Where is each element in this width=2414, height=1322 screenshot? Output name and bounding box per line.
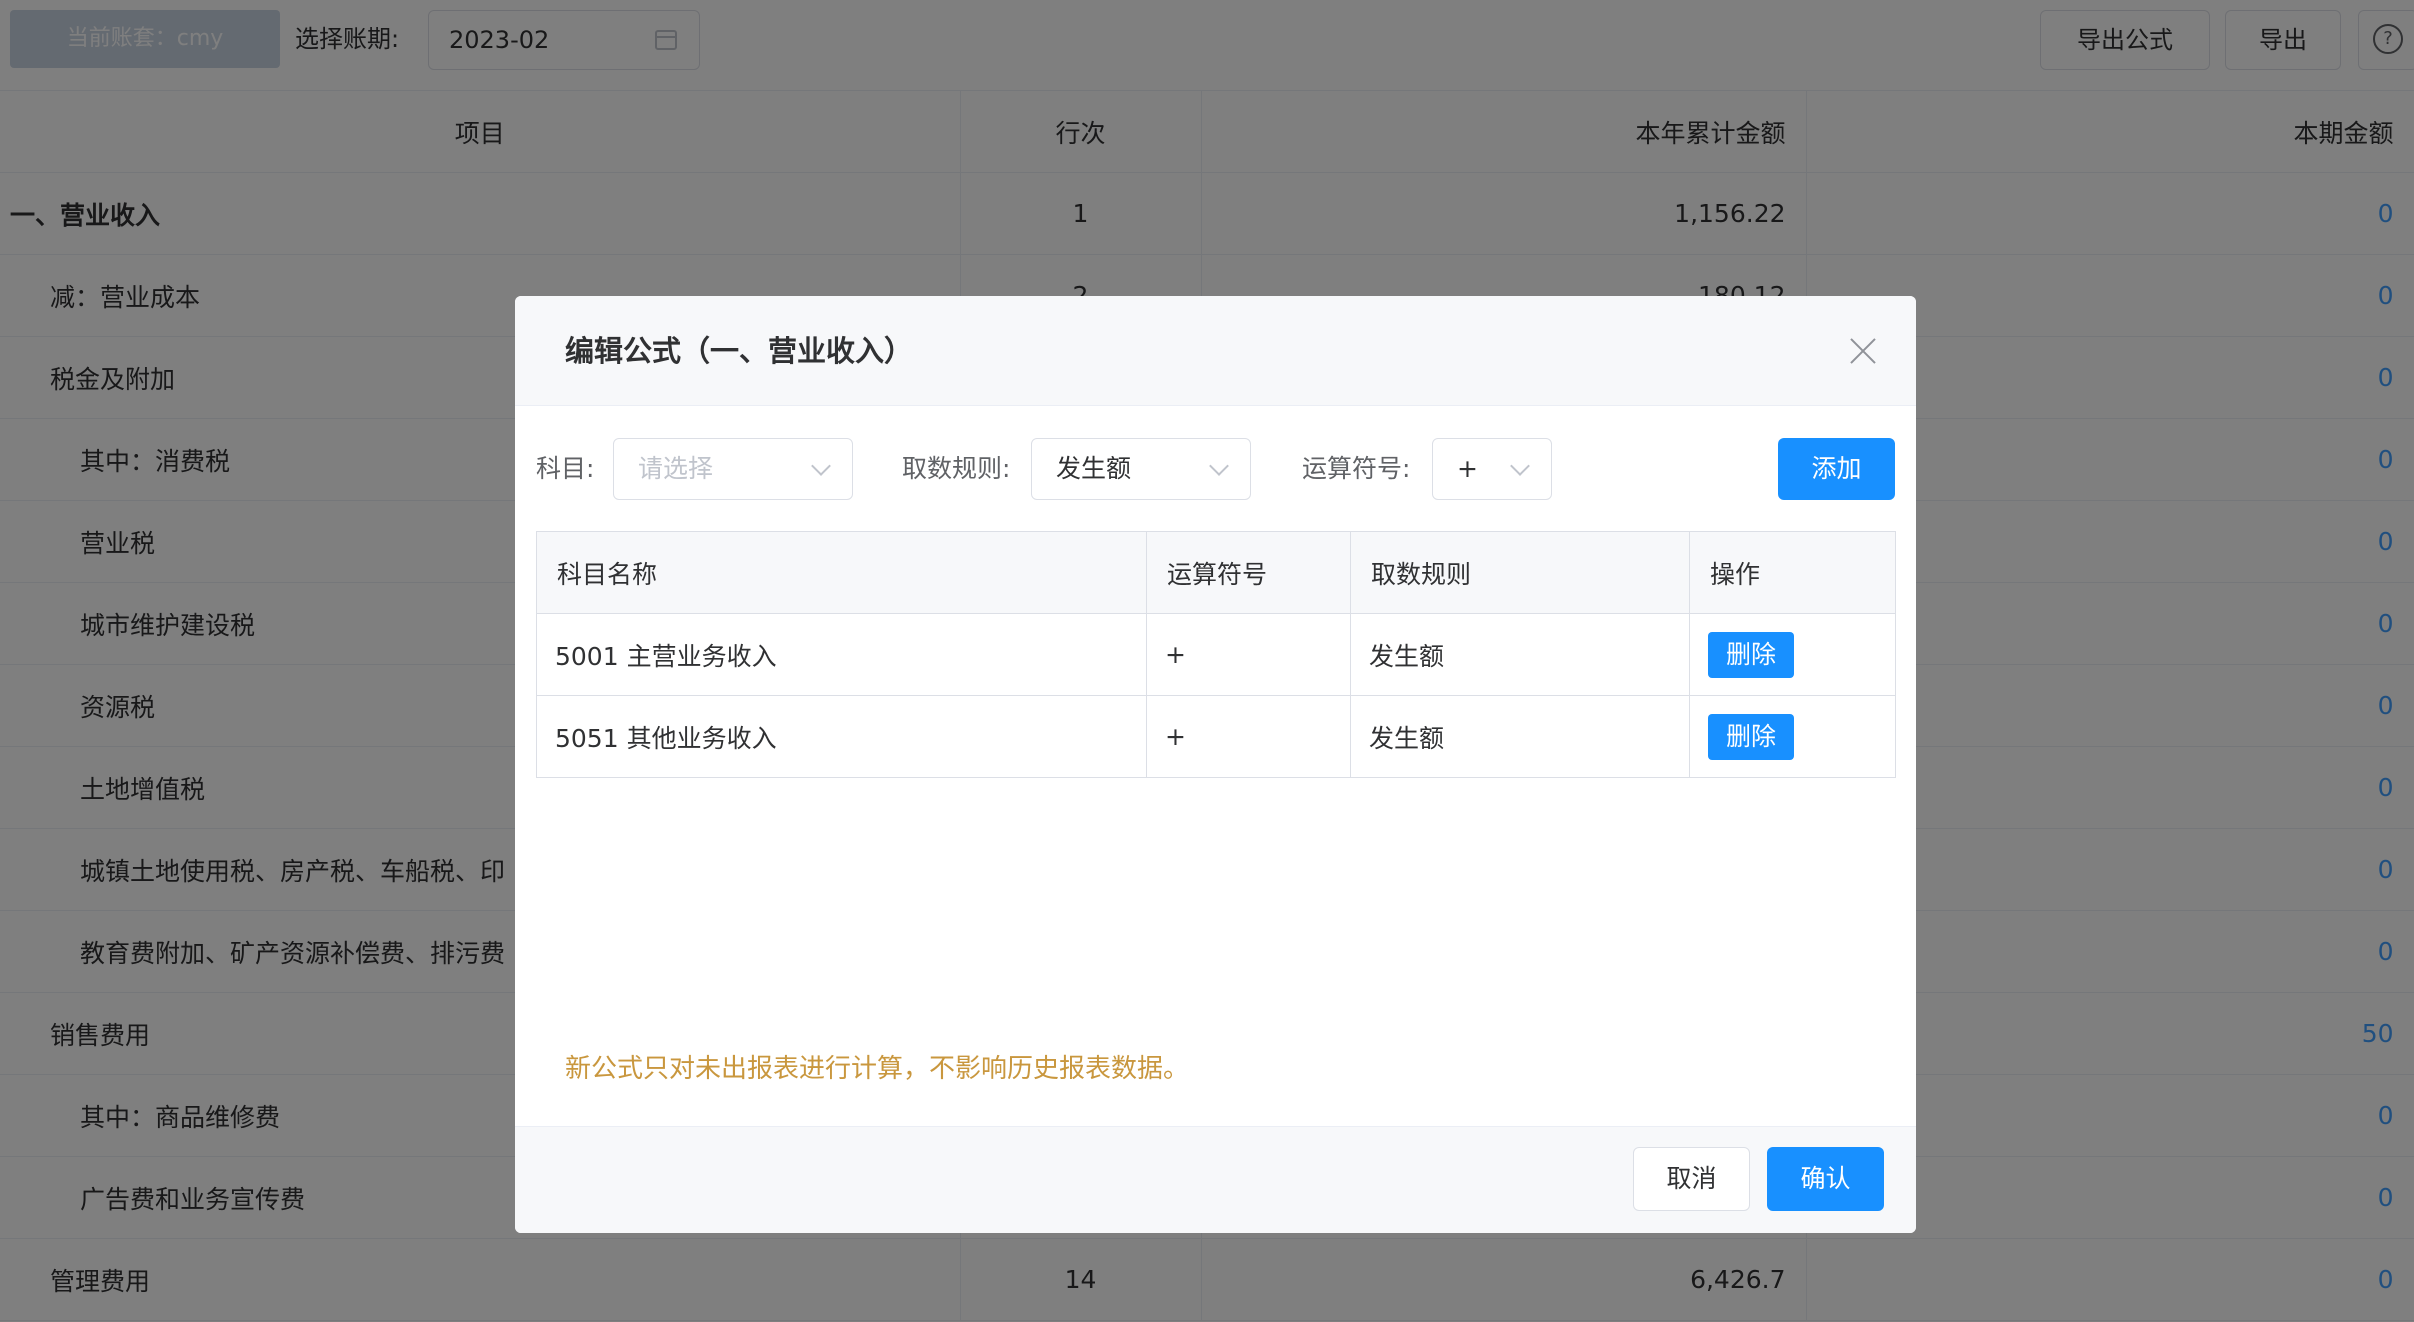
header-rule: 取数规则 xyxy=(1350,531,1690,614)
chevron-down-icon xyxy=(1510,456,1530,476)
rule-select[interactable]: 发生额 xyxy=(1031,438,1251,500)
chevron-down-icon xyxy=(1209,456,1229,476)
close-icon[interactable] xyxy=(1848,336,1878,366)
operator-select[interactable]: + xyxy=(1432,438,1552,500)
formula-cell-action: 删除 xyxy=(1689,695,1896,778)
formula-cell-rule: 发生额 xyxy=(1350,613,1690,696)
formula-cell-name: 5001 主营业务收入 xyxy=(536,613,1147,696)
formula-notice: 新公式只对未出报表进行计算，不影响历史报表数据。 xyxy=(565,1054,1190,1084)
formula-row: 5051 其他业务收入 + 发生额 删除 xyxy=(536,695,1896,778)
formula-items-table: 科目名称 运算符号 取数规则 操作 5001 主营业务收入 + 发生额 删除 5051 … xyxy=(536,531,1896,778)
chevron-down-icon xyxy=(811,456,831,476)
delete-button[interactable]: 删除 xyxy=(1708,631,1794,678)
header-action: 操作 xyxy=(1689,531,1896,614)
header-subject-name: 科目名称 xyxy=(536,531,1147,614)
formula-row: 5001 主营业务收入 + 发生额 删除 xyxy=(536,613,1896,696)
rule-label: 取数规则: xyxy=(902,454,1011,483)
subject-placeholder: 请选择 xyxy=(638,454,714,483)
dialog-title: 编辑公式（一、营业收入） xyxy=(565,334,914,368)
header-operator: 运算符号 xyxy=(1146,531,1351,614)
rule-value: 发生额 xyxy=(1056,454,1132,483)
formula-cell-op: + xyxy=(1146,613,1351,696)
formula-cell-action: 删除 xyxy=(1689,613,1896,696)
formula-cell-rule: 发生额 xyxy=(1350,695,1690,778)
formula-cell-name: 5051 其他业务收入 xyxy=(536,695,1147,778)
formula-header-row: 科目名称 运算符号 取数规则 操作 xyxy=(536,531,1896,614)
cancel-button[interactable]: 取消 xyxy=(1633,1147,1750,1211)
delete-button[interactable]: 删除 xyxy=(1708,713,1794,760)
edit-formula-dialog: 编辑公式（一、营业收入） 科目: 请选择 取数规则: 发生额 运算符号: + 添… xyxy=(515,296,1916,1233)
operator-value: + xyxy=(1457,454,1478,483)
subject-select[interactable]: 请选择 xyxy=(613,438,853,500)
dialog-footer: 取消 确认 xyxy=(515,1126,1916,1233)
dialog-header: 编辑公式（一、营业收入） xyxy=(515,296,1916,406)
formula-cell-op: + xyxy=(1146,695,1351,778)
add-button[interactable]: 添加 xyxy=(1778,438,1895,500)
operator-label: 运算符号: xyxy=(1302,454,1411,483)
confirm-button[interactable]: 确认 xyxy=(1767,1147,1884,1211)
subject-label: 科目: xyxy=(536,454,595,483)
